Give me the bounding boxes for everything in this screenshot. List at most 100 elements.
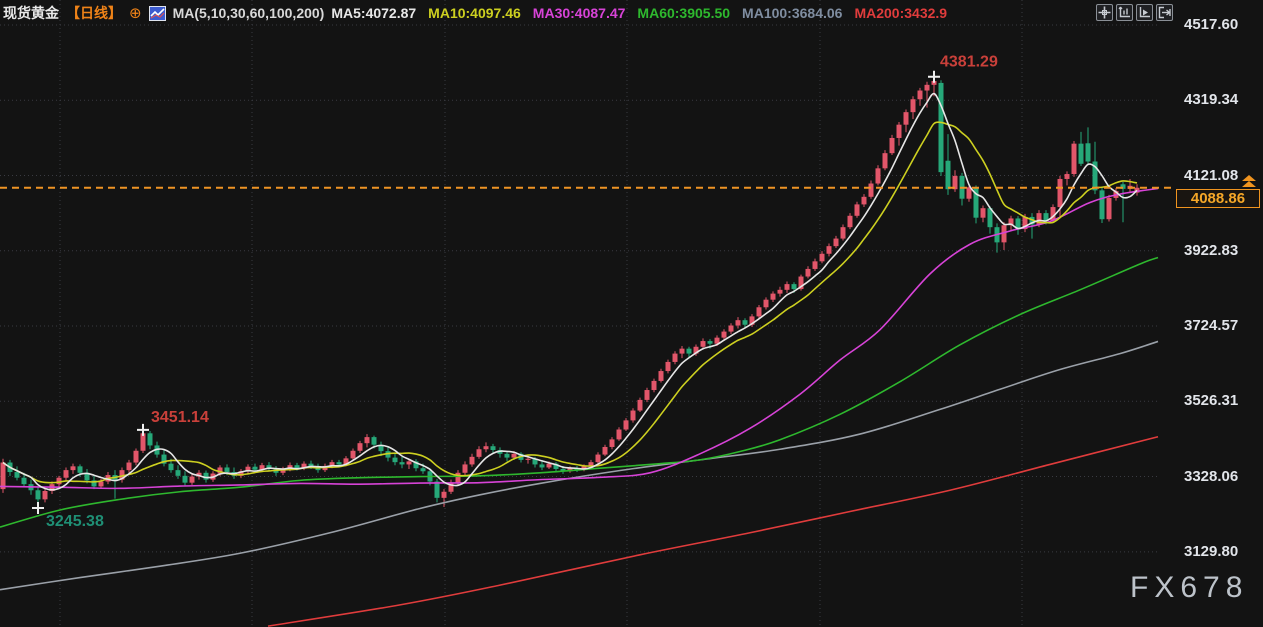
candle-body bbox=[785, 284, 790, 290]
candle-body bbox=[939, 83, 944, 172]
ma-legend-item-2: MA30:4087.47 bbox=[533, 5, 626, 21]
playback-icon[interactable] bbox=[1136, 4, 1153, 21]
candle-body bbox=[1, 463, 6, 490]
latest-price-arrow-icon[interactable] bbox=[1240, 175, 1258, 188]
candle-body bbox=[834, 239, 839, 247]
candle-body bbox=[456, 473, 461, 483]
y-axis-label: 3328.06 bbox=[1184, 468, 1238, 485]
kline-chart-window: 4381.29 3451.14 3245.38 现货黄金 【日线】 ⊕ MA(5,1… bbox=[0, 0, 1263, 627]
candle-body bbox=[603, 447, 608, 455]
extreme-cross-marker bbox=[32, 502, 44, 514]
y-axis-label: 4517.60 bbox=[1184, 16, 1238, 33]
ma-line-ma10 bbox=[3, 122, 1137, 483]
candle-body bbox=[1100, 190, 1105, 219]
candle-body bbox=[491, 446, 496, 450]
crosshair-icon[interactable] bbox=[1096, 4, 1113, 21]
candle-body bbox=[372, 437, 377, 445]
symbol-title: 现货黄金 bbox=[3, 3, 59, 23]
low-price-label: 3245.38 bbox=[46, 513, 104, 530]
candle-body bbox=[78, 466, 83, 472]
circle-plus-icon[interactable]: ⊕ bbox=[129, 4, 142, 22]
period-label[interactable]: 【日线】 bbox=[66, 3, 122, 23]
candle-body bbox=[351, 451, 356, 459]
candle-body bbox=[855, 204, 860, 215]
candle-body bbox=[15, 472, 20, 478]
candle-body bbox=[841, 227, 846, 238]
candle-body bbox=[127, 463, 132, 471]
candle-body bbox=[1086, 143, 1091, 161]
candle-body bbox=[470, 457, 475, 465]
candle-body bbox=[631, 411, 636, 421]
ma-legend: MA5:4072.87MA10:4097.46MA30:4087.47MA60:… bbox=[331, 5, 947, 21]
candle-body bbox=[687, 349, 692, 354]
candle-body bbox=[463, 464, 468, 472]
candle-body bbox=[729, 325, 734, 331]
watermark: FX678 bbox=[1130, 571, 1248, 605]
y-axis-label: 4121.08 bbox=[1184, 167, 1238, 184]
candle-body bbox=[64, 470, 69, 478]
candle-body bbox=[407, 461, 412, 464]
candle-body bbox=[540, 464, 545, 467]
candle-body bbox=[176, 470, 181, 476]
candle-body bbox=[442, 492, 447, 498]
current-price-badge: 4088.86 bbox=[1176, 189, 1260, 208]
chart-header: 现货黄金 【日线】 ⊕ MA(5,10,30,60,100,200) MA5:4… bbox=[3, 3, 947, 23]
candle-body bbox=[477, 449, 482, 457]
indicator-icon[interactable] bbox=[149, 6, 166, 21]
candle-body bbox=[204, 473, 209, 480]
candle-body bbox=[911, 99, 916, 112]
candle-body bbox=[421, 468, 426, 471]
candle-body bbox=[148, 433, 153, 445]
candle-body bbox=[680, 349, 685, 354]
candle-body bbox=[701, 341, 706, 347]
candle-body bbox=[1065, 174, 1070, 179]
candlestick-chart[interactable]: 4381.29 3451.14 3245.38 bbox=[0, 0, 1263, 627]
candle-body bbox=[435, 482, 440, 498]
candle-body bbox=[764, 300, 769, 308]
ma-line-ma30 bbox=[0, 188, 1158, 488]
candle-body bbox=[22, 478, 27, 484]
pop-out-icon[interactable] bbox=[1156, 4, 1173, 21]
candle-body bbox=[736, 320, 741, 325]
candle-body bbox=[57, 478, 62, 484]
candle-body bbox=[666, 362, 671, 371]
y-axis-label: 4319.34 bbox=[1184, 91, 1238, 108]
candle-body bbox=[869, 184, 874, 197]
candle-body bbox=[365, 437, 370, 443]
y-axis-label: 3526.31 bbox=[1184, 392, 1238, 409]
candle-body bbox=[897, 125, 902, 138]
candle-body bbox=[225, 467, 230, 472]
candle-body bbox=[99, 482, 104, 487]
candle-body bbox=[638, 400, 643, 411]
high-price-label: 4381.29 bbox=[940, 54, 998, 71]
candle-body bbox=[946, 161, 951, 189]
candle-body bbox=[134, 451, 139, 463]
candle-body bbox=[547, 464, 552, 468]
candle-body bbox=[1072, 144, 1077, 174]
candle-body bbox=[925, 85, 930, 91]
price-scale-icon[interactable] bbox=[1116, 4, 1133, 21]
candle-body bbox=[743, 320, 748, 325]
ma-legend-item-1: MA10:4097.46 bbox=[428, 5, 521, 21]
candle-body bbox=[862, 197, 867, 205]
high-price-label: 3451.14 bbox=[151, 409, 209, 426]
candle-body bbox=[757, 307, 762, 316]
candle-body bbox=[722, 332, 727, 338]
chart-toolbar bbox=[1096, 4, 1173, 21]
candle-body bbox=[617, 430, 622, 440]
candle-body bbox=[848, 216, 853, 227]
candle-body bbox=[358, 443, 363, 451]
ma-legend-item-3: MA60:3905.50 bbox=[637, 5, 730, 21]
ma-line-ma5 bbox=[3, 94, 1137, 490]
ma-settings-label[interactable]: MA(5,10,30,60,100,200) bbox=[173, 5, 325, 21]
ma-legend-item-5: MA200:3432.9 bbox=[854, 5, 947, 21]
candle-body bbox=[820, 254, 825, 262]
candle-body bbox=[778, 290, 783, 294]
candle-body bbox=[918, 91, 923, 100]
candle-body bbox=[708, 341, 713, 344]
candle-body bbox=[890, 138, 895, 153]
candle-body bbox=[813, 261, 818, 269]
candle-body bbox=[393, 458, 398, 463]
candle-body bbox=[827, 246, 832, 254]
candle-body bbox=[484, 446, 489, 449]
